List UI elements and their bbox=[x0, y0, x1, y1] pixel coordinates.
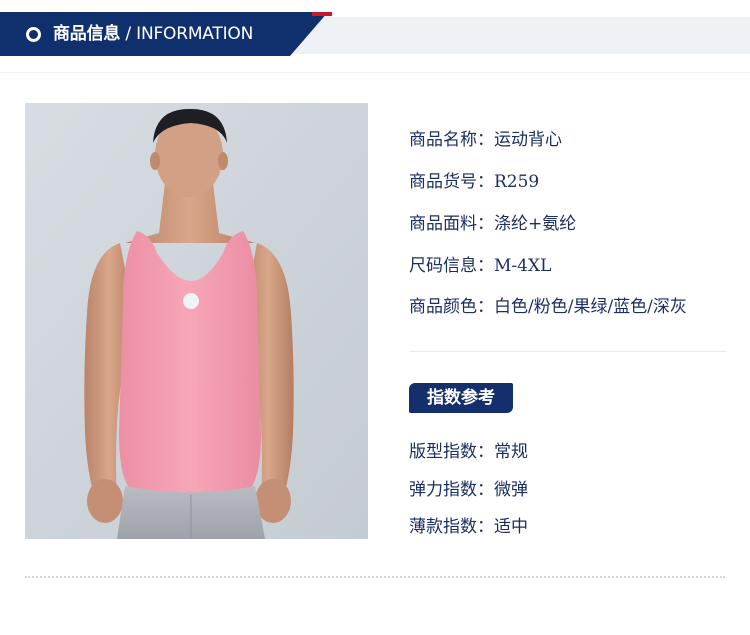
index-reference-badge: 指数参考 bbox=[409, 383, 513, 413]
index-value: 常规 bbox=[494, 442, 528, 462]
bottom-dotted-divider bbox=[25, 576, 725, 578]
info-row-name: 商品名称：运动背心 bbox=[409, 128, 562, 152]
info-value: 涤纶+氨纶 bbox=[494, 214, 577, 234]
section-header: 商品信息 / INFORMATION bbox=[0, 12, 750, 56]
index-label: 版型指数： bbox=[409, 442, 494, 462]
info-value: 白色/粉色/果绿/蓝色/深灰 bbox=[494, 297, 687, 317]
index-value: 微弹 bbox=[494, 480, 528, 500]
index-row-thickness: 薄款指数：适中 bbox=[409, 515, 528, 539]
info-row-fabric: 商品面料：涤纶+氨纶 bbox=[409, 212, 576, 236]
model-illustration bbox=[25, 103, 368, 539]
ring-icon bbox=[26, 27, 41, 42]
info-row-item-no: 商品货号：R259 bbox=[409, 170, 539, 194]
index-label: 弹力指数： bbox=[409, 480, 494, 500]
info-value: M-4XL bbox=[494, 256, 552, 276]
info-label: 尺码信息： bbox=[409, 256, 494, 276]
section-title-en: / INFORMATION bbox=[120, 24, 254, 44]
info-row-color: 商品颜色：白色/粉色/果绿/蓝色/深灰 bbox=[409, 295, 687, 319]
info-label: 商品颜色： bbox=[409, 297, 494, 317]
index-row-stretch: 弹力指数：微弹 bbox=[409, 478, 528, 502]
info-value: 运动背心 bbox=[494, 130, 562, 150]
info-label: 商品面料： bbox=[409, 214, 494, 234]
index-value: 适中 bbox=[494, 517, 528, 537]
header-accent-stripe bbox=[312, 12, 332, 16]
info-divider bbox=[409, 351, 727, 352]
section-title: 商品信息 / INFORMATION bbox=[53, 23, 253, 45]
info-label: 商品名称： bbox=[409, 130, 494, 150]
header-title-plate: 商品信息 / INFORMATION bbox=[0, 12, 328, 56]
index-row-fit: 版型指数：常规 bbox=[409, 440, 528, 464]
product-photo bbox=[25, 103, 368, 539]
info-row-size: 尺码信息：M-4XL bbox=[409, 254, 551, 278]
section-title-cn: 商品信息 bbox=[53, 24, 121, 44]
info-label: 商品货号： bbox=[409, 172, 494, 192]
info-value: R259 bbox=[494, 172, 540, 192]
header-divider bbox=[0, 72, 750, 73]
index-label: 薄款指数： bbox=[409, 517, 494, 537]
